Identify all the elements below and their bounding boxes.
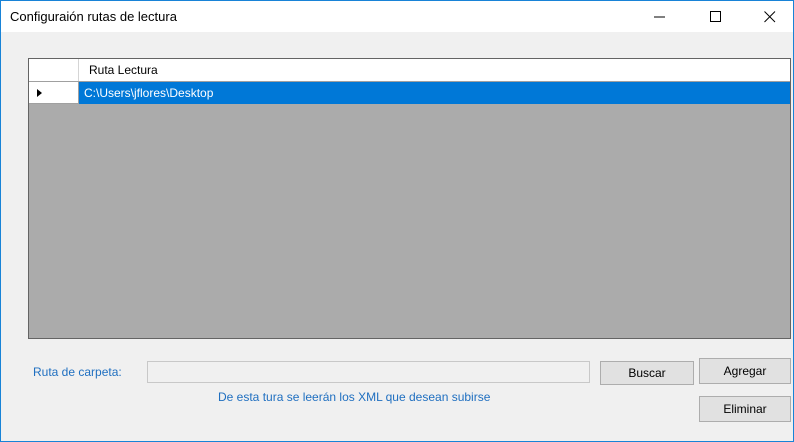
column-header-ruta-lectura[interactable]: Ruta Lectura (79, 59, 790, 81)
minimize-button[interactable] (637, 1, 683, 32)
row-header[interactable] (29, 82, 79, 104)
row-cell-ruta[interactable]: C:\Users\jflores\Desktop (79, 82, 790, 104)
current-row-arrow-icon (37, 89, 42, 97)
table-row[interactable]: C:\Users\jflores\Desktop (29, 82, 790, 104)
grid-header: Ruta Lectura (29, 59, 790, 82)
routes-grid[interactable]: Ruta Lectura C:\Users\jflores\Desktop (28, 58, 791, 339)
window-title: Configuraión rutas de lectura (10, 9, 177, 24)
maximize-icon (710, 10, 721, 22)
minimize-icon (654, 16, 665, 17)
close-icon (764, 10, 776, 22)
maximize-button[interactable] (693, 1, 739, 32)
agregar-button[interactable]: Agregar (699, 358, 791, 384)
close-button[interactable] (747, 1, 793, 32)
ruta-label: Ruta de carpeta: (33, 365, 122, 379)
buscar-button[interactable]: Buscar (600, 361, 694, 385)
ruta-input[interactable] (147, 361, 590, 383)
grid-corner-cell[interactable] (29, 59, 79, 81)
eliminar-button[interactable]: Eliminar (699, 396, 791, 422)
config-window: Configuraión rutas de lectura Ruta Lectu… (0, 0, 794, 442)
title-bar[interactable]: Configuraión rutas de lectura (1, 1, 793, 32)
hint-text: De esta tura se leerán los XML que desea… (218, 390, 491, 404)
